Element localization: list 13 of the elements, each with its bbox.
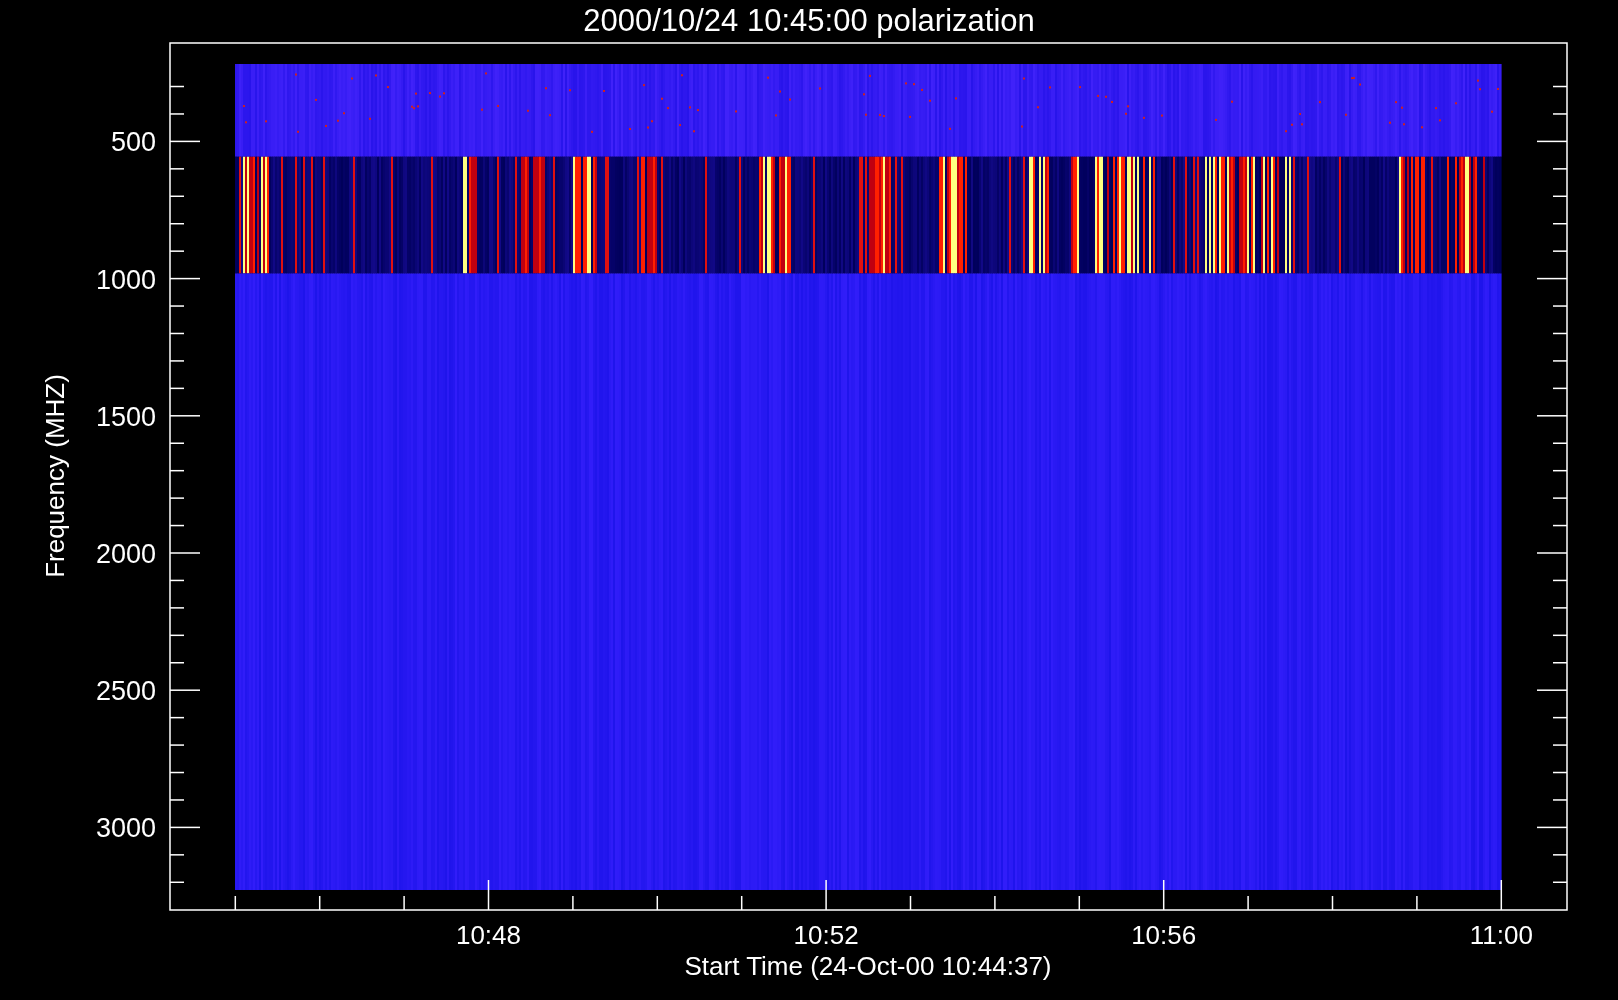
plot-title: 2000/10/24 10:45:00 polarization — [583, 3, 1035, 38]
x-axis-label: Start Time (24-Oct-00 10:44:37) — [684, 951, 1052, 981]
x-tick-label: 10:56 — [1131, 920, 1197, 950]
x-tick-label: 10:52 — [793, 920, 859, 950]
y-axis-label: Frequency (MHZ) — [40, 374, 70, 578]
y-tick-label: 1500 — [95, 401, 156, 432]
y-tick-label: 1000 — [95, 264, 156, 295]
y-tick-label: 3000 — [95, 813, 156, 844]
y-tick-label: 2500 — [95, 676, 156, 707]
y-tick-label: 500 — [110, 127, 156, 158]
x-tick-label: 11:00 — [1469, 920, 1533, 950]
y-tick-label: 2000 — [95, 539, 156, 569]
x-tick-label: 10:48 — [455, 920, 522, 950]
